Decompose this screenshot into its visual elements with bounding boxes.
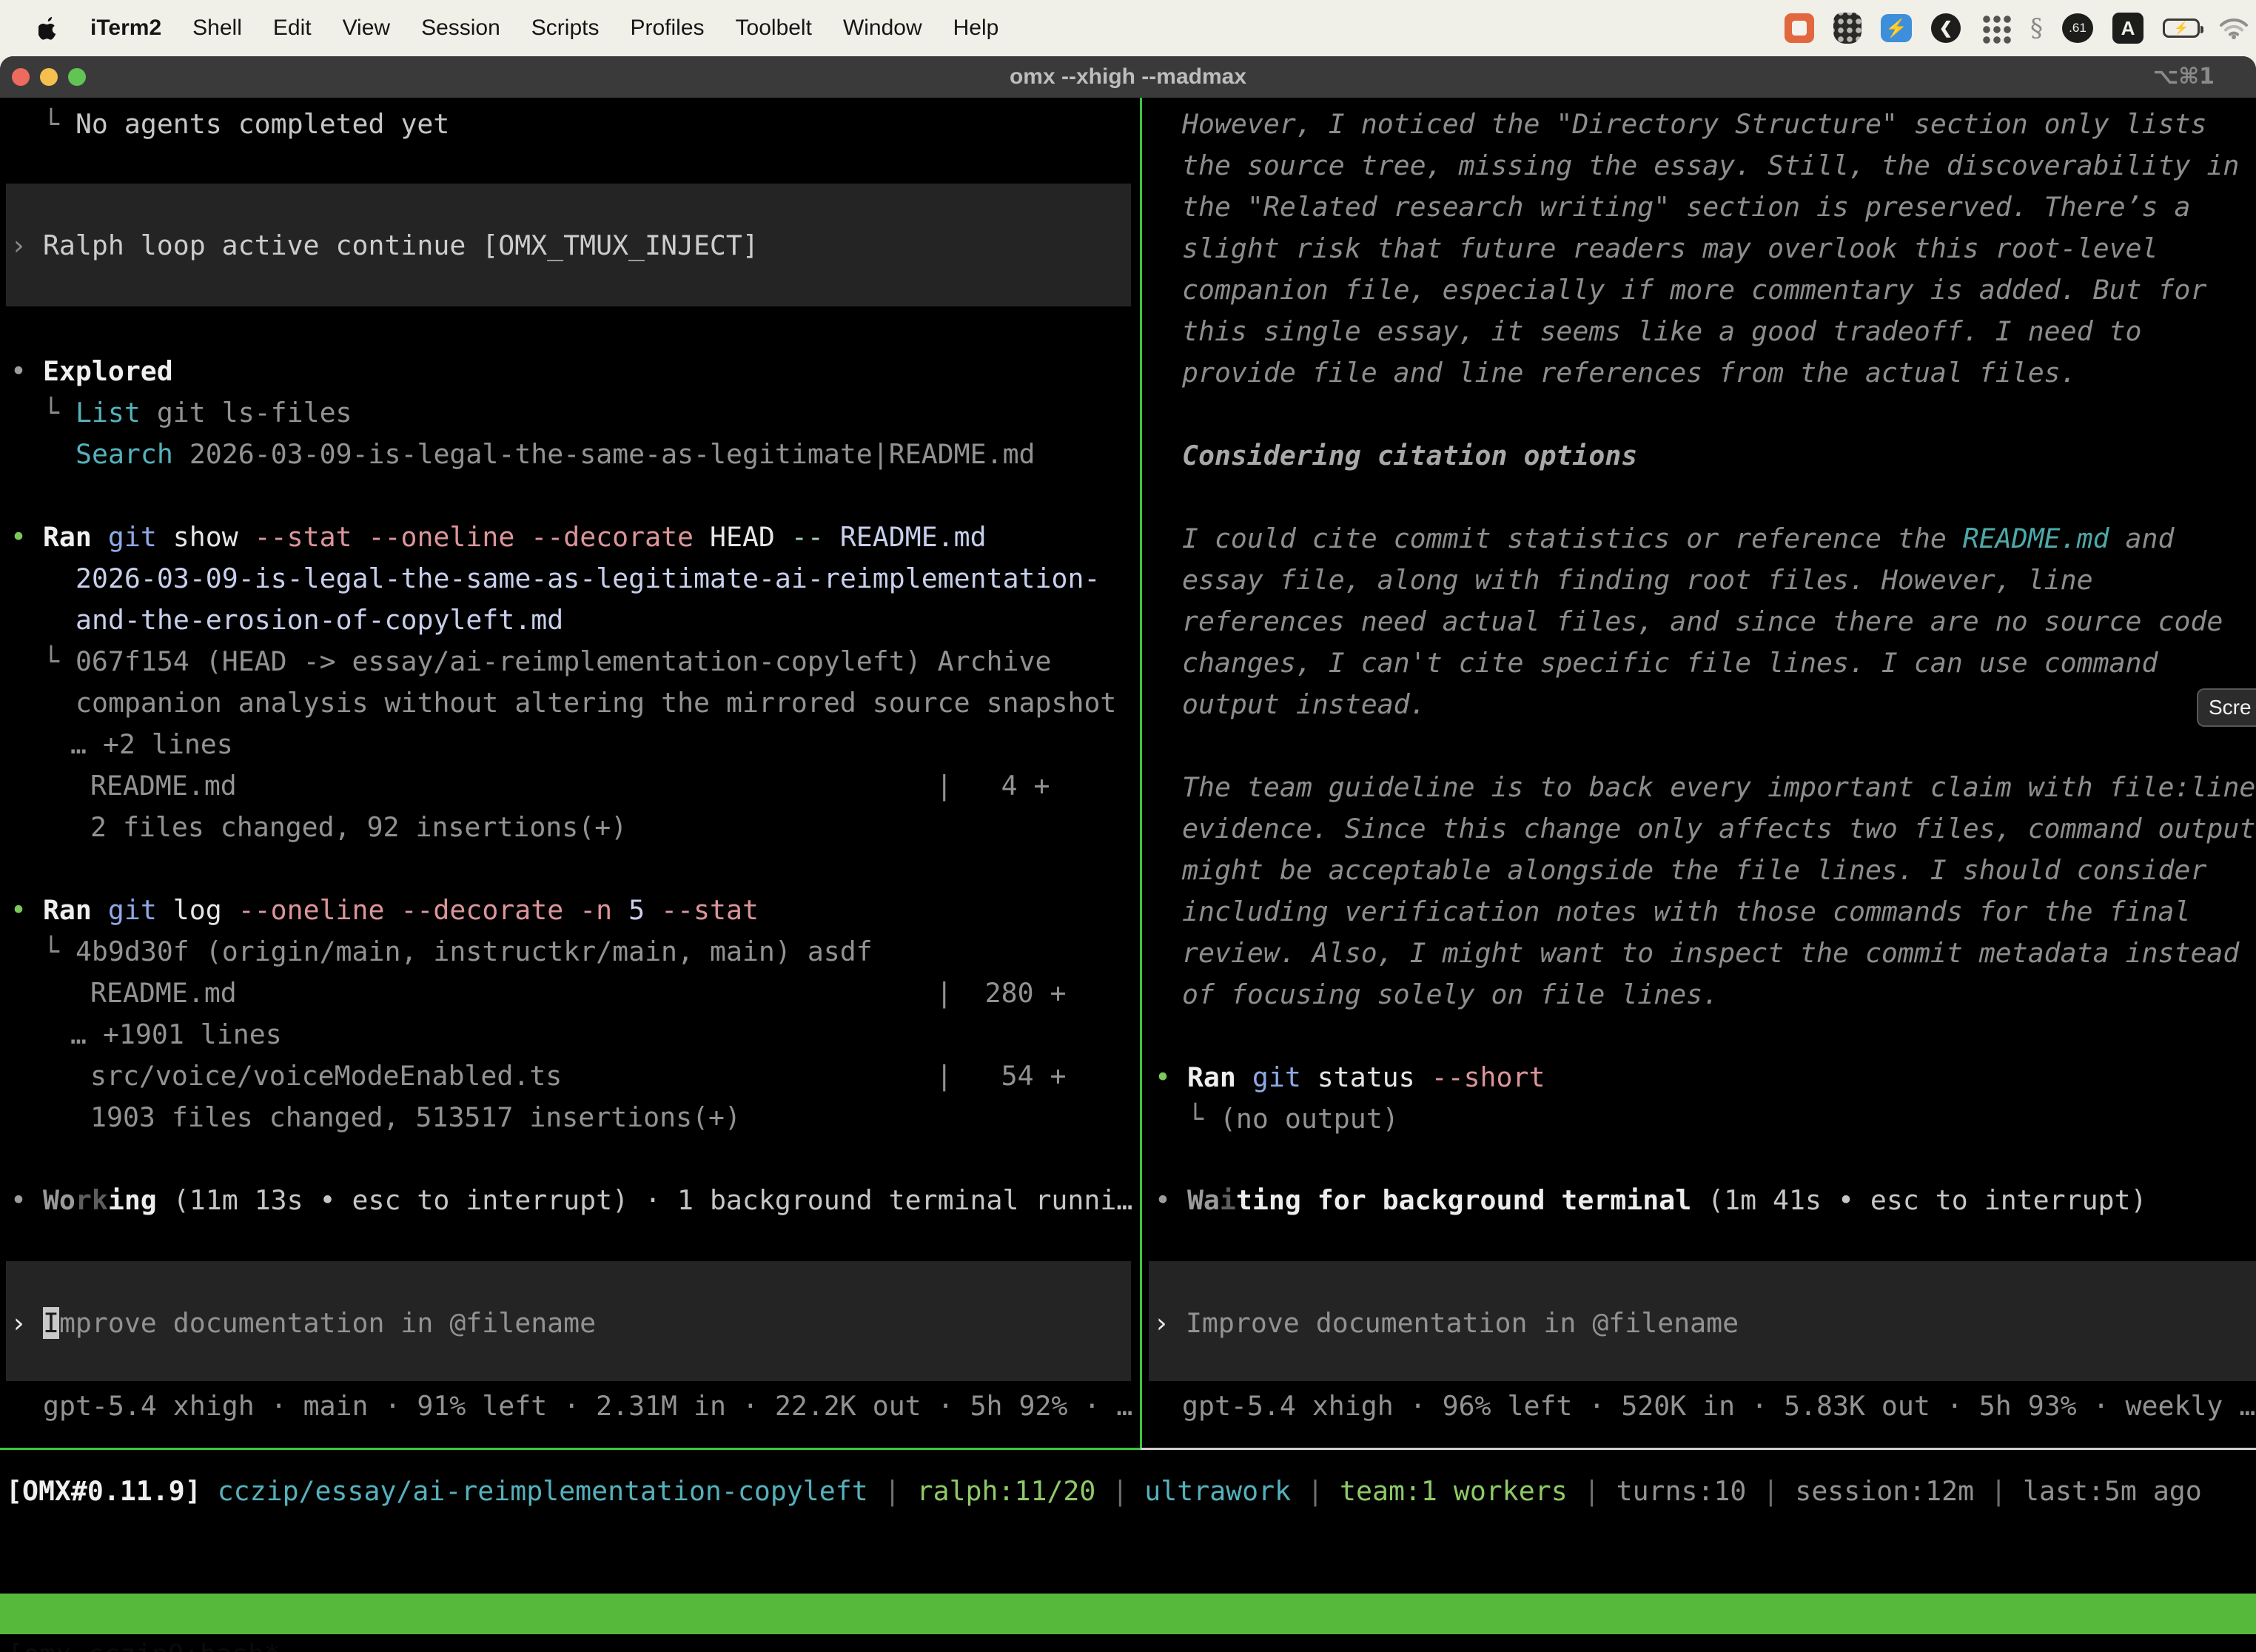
right-pane-bottom-border [1141,1448,2256,1450]
working-status-line: • Working (11m 13s • esc to interrupt) ·… [10,1180,1132,1221]
keyboard-layout-icon[interactable]: A [2112,13,2143,44]
terminal-line: The team guideline is to back every impo… [1182,767,2255,808]
screenshot-app-icon[interactable] [1785,13,1814,43]
terminal-line: └ (no output) [1187,1098,1399,1140]
menu-item-scripts[interactable]: Scripts [531,16,600,41]
terminal-line: However, I noticed the "Directory Struct… [1182,104,2206,145]
stats-bolt-icon[interactable]: ⚡ [1881,14,1912,42]
terminal-line: companion analysis without altering the … [75,682,1116,724]
terminal-line: provide file and line references from th… [1182,352,2077,394]
terminal-line: essay file, along with finding root file… [1182,560,2093,601]
menu-item-toolbelt[interactable]: Toolbelt [736,16,812,41]
terminal-content: └ No agents completed yet › Ralph loop ac… [0,98,2256,1652]
screen-tooltip: Scre [2197,688,2256,727]
battery-circle-icon[interactable]: .61 [2062,13,2093,43]
terminal-line: evidence. Since this change only affects… [1182,808,2255,850]
left-prompt-line: › Improve documentation in @filename [10,1303,596,1344]
tmux-session-window[interactable]: [omx-cczip0:bash* [7,1634,280,1652]
thinking-heading: Considering citation options [1182,435,1637,477]
menu-item-view[interactable]: View [343,16,390,41]
menu-item-window[interactable]: Window [843,16,922,41]
terminal-line: … +2 lines [70,724,233,765]
window-title: omx --xhigh --madmax [0,56,2256,98]
terminal-line: and-the-erosion-of-copyleft.md [75,600,563,641]
terminal-line: might be acceptable alongside the file l… [1182,850,2206,891]
terminal-line: Search 2026-03-09-is-legal-the-same-as-l… [75,434,1035,475]
terminal-line: README.md | 280 + [90,973,1067,1014]
shield-grid-icon[interactable] [1833,13,1861,44]
screen-tooltip-label: Scre [2209,696,2252,719]
dots-grid-icon[interactable] [1980,13,2011,44]
menu-items: iTerm2 Shell Edit View Session Scripts Profile… [90,16,998,41]
terminal-line: the "Related research writing" section i… [1182,187,2190,228]
title-bar: omx --xhigh --madmax ⌥⌘1 [0,56,2256,98]
menu-item-session[interactable]: Session [421,16,500,41]
terminal-line: └ List git ls-files [43,392,352,434]
left-pane-bottom-border [0,1448,1141,1450]
crescent-circle-icon[interactable]: ❮ [1931,13,1961,43]
terminal-line: changes, I can't cite specific file line… [1182,642,2158,684]
terminal-line: 2026-03-09-is-legal-the-same-as-legitima… [75,558,1100,600]
terminal-line: • Explored [10,351,173,392]
terminal-line: 2 files changed, 92 insertions(+) [90,807,627,848]
terminal-line: review. Also, I might want to inspect th… [1182,933,2239,974]
omx-status-line: [OMX#0.11.9] cczip/essay/ai-reimplementa… [6,1471,2202,1512]
battery-circle-label: .61 [2069,21,2087,36]
menu-item-iterm2[interactable]: iTerm2 [90,16,161,41]
waiting-status-line: • Waiting for background terminal (1m 41… [1155,1180,2146,1221]
terminal-line: slight risk that future readers may over… [1182,228,2158,269]
terminal-line: README.md | 4 + [90,765,1050,807]
terminal-line: I could cite commit statistics or refere… [1182,518,2174,560]
menu-item-profiles[interactable]: Profiles [630,16,704,41]
terminal-line: └ 067f154 (HEAD -> essay/ai-reimplementa… [43,641,1051,682]
terminal-line: • Ran git status --short [1155,1057,1545,1098]
terminal-line: output instead. [1182,684,1426,725]
right-prompt-line: › Improve documentation in @filename [1153,1303,1739,1344]
squiggle-icon[interactable]: § [2030,13,2043,43]
terminal-window: omx --xhigh --madmax ⌥⌘1 └ No agents com… [0,56,2256,1652]
menu-item-shell[interactable]: Shell [192,16,242,41]
terminal-line: └ No agents completed yet [43,104,449,145]
terminal-line: including verification notes with those … [1182,891,2190,933]
terminal-line: • Ran git show --stat --oneline --decora… [10,517,987,558]
menu-item-help[interactable]: Help [953,16,999,41]
left-model-status: gpt-5.4 xhigh · main · 91% left · 2.31M … [43,1386,1132,1427]
terminal-line: this single essay, it seems like a good … [1182,311,2142,352]
terminal-line: references need actual files, and since … [1182,601,2223,642]
apple-menu-icon[interactable] [38,16,58,40]
menu-bar: iTerm2 Shell Edit View Session Scripts Profile… [0,0,2256,56]
terminal-line: of focusing solely on file lines. [1182,974,1719,1015]
terminal-line: └ 4b9d30f (origin/main, instructkr/main,… [43,931,873,973]
terminal-line: • Ran git log --oneline --decorate -n 5 … [10,890,759,931]
tmux-status-bar: [omx-cczip0:bash* "MacBook-Pro-44.local"… [0,1594,2256,1634]
inject-banner-line: › Ralph loop active continue [OMX_TMUX_I… [10,225,759,266]
menu-status-icons: ⚡ ❮ § .61 A ⚡ [1785,0,2249,56]
terminal-line: the source tree, missing the essay. Stil… [1182,145,2239,187]
battery-icon[interactable]: ⚡ [2163,19,2200,38]
terminal-line: … +1901 lines [70,1014,282,1055]
terminal-line: src/voice/voiceModeEnabled.ts | 54 + [90,1055,1067,1097]
wifi-icon[interactable] [2219,17,2249,39]
menu-item-edit[interactable]: Edit [273,16,312,41]
keyboard-layout-label: A [2121,17,2135,40]
window-shortcut-badge: ⌥⌘1 [2153,56,2215,98]
pane-divider[interactable] [1140,98,1142,1450]
right-model-status: gpt-5.4 xhigh · 96% left · 520K in · 5.8… [1182,1386,2255,1427]
terminal-line: 1903 files changed, 513517 insertions(+) [90,1097,741,1138]
terminal-line: companion file, especially if more comme… [1182,269,2206,311]
